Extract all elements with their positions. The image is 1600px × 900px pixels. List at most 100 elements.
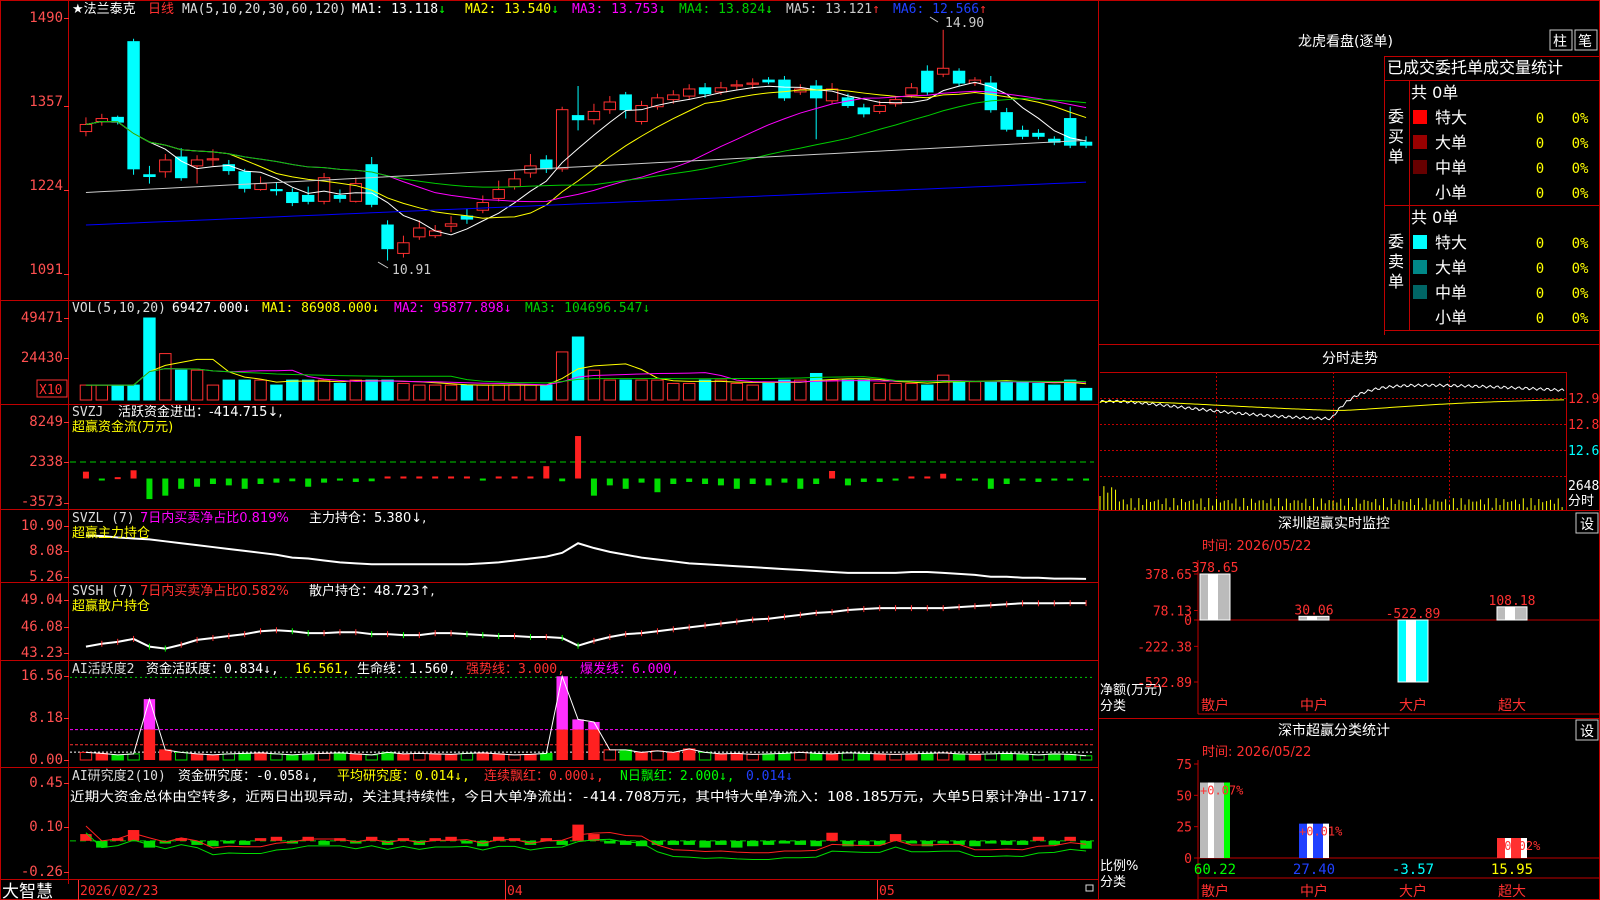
volume-bar — [984, 381, 998, 401]
volume-bar — [159, 353, 172, 401]
ai2-tick: -0.26 — [21, 864, 63, 880]
stats-value-label: -3.57 — [1392, 862, 1434, 878]
monitor-y-tick: 378.65 — [1145, 568, 1192, 583]
ai1-burst-bar — [556, 676, 568, 730]
svzj-bar — [432, 476, 439, 479]
svzj-bar — [606, 478, 613, 486]
ai1-bar — [778, 752, 791, 761]
volume-bar — [794, 379, 807, 401]
ai1-tick: 16.56 — [21, 668, 63, 684]
monitor-category: 超大 — [1498, 698, 1526, 714]
stock-name[interactable]: ★法兰泰克 — [72, 2, 136, 17]
candle-body — [286, 191, 299, 204]
candle-body — [1079, 141, 1093, 146]
ai1-bar — [889, 753, 902, 761]
candle-body — [682, 88, 696, 97]
ai1-bar — [95, 752, 109, 761]
volume-bar — [206, 384, 220, 401]
stats-category: 散户 — [1201, 883, 1229, 900]
ai1-bar — [794, 751, 807, 761]
order-color-swatch — [1413, 110, 1427, 124]
ai2-note: 近期大资金总体由空转多，近两日出现异动，关注其持续性，今日大单净流出：-414.… — [70, 789, 1096, 805]
ai1-bar — [317, 752, 331, 761]
ai1-bar — [667, 751, 680, 761]
candle-body — [238, 171, 251, 189]
volume-bar — [381, 379, 394, 401]
volume-bar — [95, 384, 109, 401]
ai2-t1: 资金研究度：-0.058↓, — [178, 768, 319, 784]
svzj-bar — [924, 476, 931, 479]
volume-bar — [111, 384, 124, 401]
ai1-bar — [127, 753, 140, 761]
ai2-bar — [1080, 840, 1092, 849]
svsh-header: SVSH (7) 7日内买卖净占比0.582% 散户持仓：48.723↑, 超赢… — [72, 583, 435, 614]
ai2-bar — [905, 840, 918, 844]
ai1-chart — [70, 674, 1094, 761]
ai1-bar — [428, 753, 442, 761]
svzj-bar — [543, 466, 550, 479]
x-label: 04 — [507, 884, 523, 899]
ai2-bar — [985, 840, 997, 844]
svzj-bar — [194, 478, 201, 487]
svsh-chart — [85, 600, 1087, 652]
volume-bar — [301, 379, 315, 401]
ai1-line — [85, 674, 1087, 757]
stats-value-label: 60.22 — [1194, 862, 1236, 878]
sell-vertical-char: 委 — [1388, 232, 1404, 251]
candle-body — [571, 115, 585, 121]
svzj-bar — [289, 478, 296, 482]
dragon-table-title: 已成交委托单成交量统计 — [1387, 58, 1563, 77]
candle-body — [127, 41, 140, 170]
intraday-vol-label: 分时 — [1568, 494, 1594, 509]
candle-body — [905, 87, 918, 96]
svzl-chart — [85, 534, 1087, 580]
vol-ma1: MA1: 86908.000↓ — [262, 301, 379, 316]
svzl-text2: 主力持仓：5.380↓, — [309, 511, 426, 526]
ai2-bar — [604, 840, 616, 844]
volume-bar — [492, 384, 505, 401]
volume-bar — [540, 384, 553, 401]
volume-bar — [508, 384, 521, 401]
volume-bar — [730, 382, 744, 401]
ai2-bar — [731, 840, 743, 848]
candle-body — [79, 123, 93, 133]
ai1-bar — [460, 752, 474, 761]
x-label: 2026/02/23 — [80, 884, 158, 899]
volume-bar — [524, 384, 537, 401]
candle-body — [714, 87, 728, 93]
volume-bar — [936, 374, 950, 401]
candle-body — [667, 94, 680, 101]
ai2-header: AI研究度2(10) 资金研究度：-0.058↓, 平均研究度：0.014↓, … — [70, 768, 1096, 805]
ai1-label: AI活跃度2 — [72, 661, 134, 677]
svzj-bar — [797, 478, 804, 489]
ai1-bar — [190, 753, 204, 761]
monitor-y-tick: 0 — [1184, 614, 1192, 629]
ai2-bar — [461, 840, 473, 844]
candle-body — [603, 101, 617, 111]
volume-bar — [254, 379, 267, 401]
ai1-bar — [651, 750, 664, 761]
volume-bar — [698, 379, 712, 401]
candle-body — [730, 84, 744, 87]
volume-bar — [873, 382, 886, 401]
svzj-bar — [511, 476, 518, 479]
candle-body — [936, 67, 950, 75]
ai1-bar — [159, 749, 172, 761]
ai2-bar — [127, 830, 140, 841]
ai1-bar — [603, 749, 617, 761]
lock-icon[interactable] — [1085, 884, 1094, 892]
svzj-bar — [749, 478, 756, 485]
volume-bar — [889, 382, 902, 401]
svzj-bar — [1035, 478, 1042, 482]
candle-body — [619, 94, 632, 111]
svzj-bar — [829, 470, 836, 479]
candle-body — [301, 194, 315, 202]
svzl-header: SVZL (7) 7日内买卖净占比0.819% 主力持仓：5.380↓, 超赢主… — [72, 510, 426, 541]
ai1-bar — [79, 751, 93, 761]
period-label[interactable]: 日线 — [148, 2, 174, 17]
order-type-label: 小单 — [1435, 183, 1467, 202]
price-tick: 1357 — [29, 94, 63, 110]
ai2-bar — [794, 840, 807, 845]
ai1-header: AI活跃度2 资金活跃度：0.834↓, 16.561, 生命线：1.560, … — [72, 661, 679, 677]
stats-y-tick: 0 — [1184, 852, 1192, 867]
